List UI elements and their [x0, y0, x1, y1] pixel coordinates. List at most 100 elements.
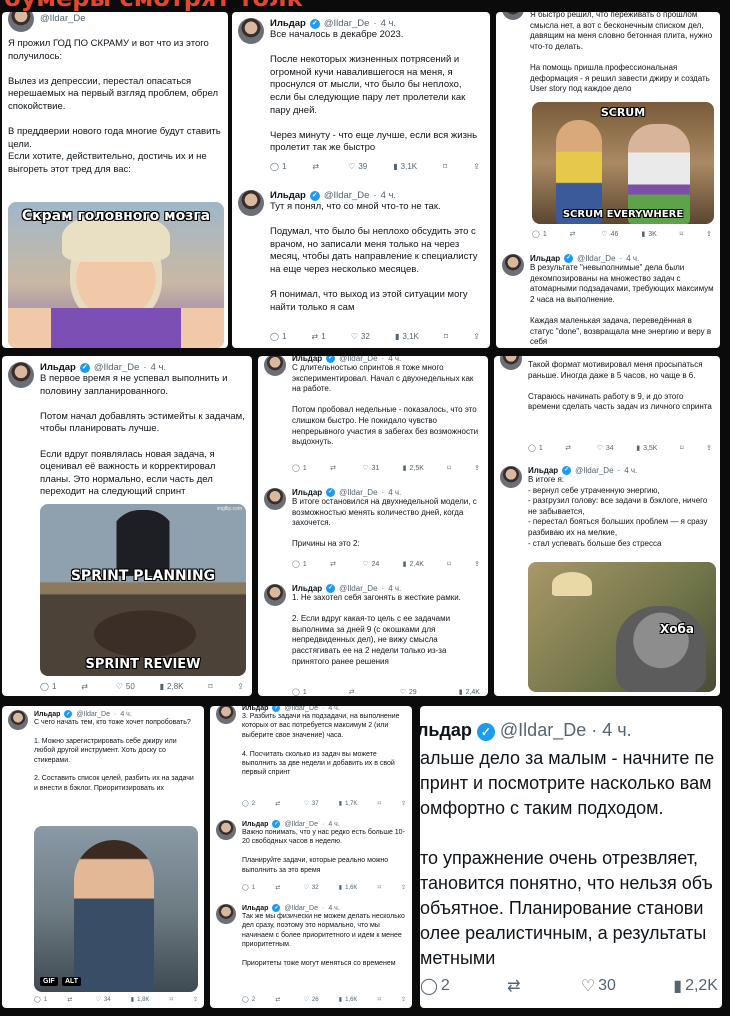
retweet-button[interactable]: ⇄ — [330, 464, 339, 472]
bookmark-button[interactable]: ⌑ — [208, 682, 212, 691]
views-button[interactable]: ▮ 1,6K — [339, 996, 358, 1004]
retweet-button[interactable]: ⇄ — [349, 688, 358, 696]
avatar[interactable] — [216, 706, 236, 724]
bookmark-button[interactable]: ⌑ — [378, 800, 381, 807]
reply-button[interactable]: ◯ 1 — [292, 560, 307, 569]
avatar[interactable] — [502, 12, 524, 20]
author-name[interactable]: Ильдар — [242, 706, 268, 712]
bookmark-button[interactable]: ⌑ — [170, 996, 173, 1003]
retweet-button[interactable]: ⇄ 1 — [312, 332, 326, 341]
tweet-time[interactable]: 4 ч. — [328, 905, 339, 912]
author-handle[interactable]: @Ildar_De — [339, 356, 377, 363]
like-button[interactable]: ♡ 34 — [96, 996, 111, 1004]
share-button[interactable]: ⇪ — [401, 800, 406, 807]
share-button[interactable]: ⇪ — [401, 996, 406, 1003]
share-button[interactable]: ⇪ — [706, 444, 712, 452]
retweet-button[interactable]: ⇄ — [507, 976, 523, 996]
share-button[interactable]: ⇪ — [237, 682, 244, 691]
reply-button[interactable]: ◯ 1 — [34, 996, 47, 1004]
author-name[interactable]: Ильдар — [292, 356, 322, 363]
views-button[interactable]: ▮ 2,4K — [403, 560, 424, 569]
like-button[interactable]: ♡ 37 — [304, 800, 319, 808]
tweet-time[interactable]: 4 ч. — [624, 466, 637, 475]
tweet-time[interactable]: 4 ч. — [388, 488, 401, 497]
tweet-time[interactable]: 4 ч. — [120, 711, 131, 718]
author-name[interactable]: Ильдар — [242, 905, 268, 912]
bookmark-button[interactable]: ⌑ — [443, 162, 447, 171]
views-button[interactable]: ▮ 3,5K — [636, 444, 657, 453]
author-name[interactable]: Ильдар — [270, 18, 306, 29]
reply-button[interactable]: ◯ 2 — [242, 996, 255, 1004]
author-handle[interactable]: @Ildar_De — [284, 821, 318, 828]
reply-button[interactable]: ◯ 1 — [532, 230, 547, 239]
retweet-button[interactable]: ⇄ — [570, 230, 579, 238]
author-handle[interactable]: @Ildar_De — [324, 190, 370, 201]
retweet-button[interactable]: ⇄ — [275, 884, 283, 891]
like-button[interactable]: ♡ 46 — [601, 230, 618, 239]
bookmark-button[interactable]: ⌑ — [447, 560, 451, 568]
author-handle[interactable]: @Ildar_De — [339, 584, 377, 593]
author-name[interactable]: Ильдар — [242, 821, 268, 828]
like-button[interactable]: ♡ 32 — [304, 884, 319, 892]
author-name[interactable]: Ильдар — [34, 711, 60, 718]
views-button[interactable]: ▮ 1,8K — [131, 996, 150, 1004]
author-name[interactable]: Ильдар — [528, 466, 558, 475]
avatar[interactable] — [8, 12, 34, 32]
like-button[interactable]: ♡ 32 — [351, 332, 370, 341]
author-handle[interactable]: @Ildar_De — [284, 905, 318, 912]
retweet-button[interactable]: ⇄ — [275, 800, 283, 807]
tweet-time[interactable]: 4 ч. — [328, 706, 339, 712]
retweet-button[interactable]: ⇄ — [565, 444, 574, 452]
author-handle[interactable]: @Ildar_De — [577, 254, 615, 263]
reply-button[interactable]: ◯ 1 — [292, 688, 307, 697]
author-handle[interactable]: @Ildar_De — [575, 466, 613, 475]
author-handle[interactable]: @Ildar_De — [500, 720, 586, 740]
bookmark-button[interactable]: ⌑ — [447, 464, 451, 472]
reply-button[interactable]: ◯ 1 — [270, 162, 286, 171]
bookmark-button[interactable]: ⌑ — [444, 332, 448, 341]
like-button[interactable]: ♡ 50 — [116, 682, 135, 691]
like-button[interactable]: ♡ 34 — [597, 444, 614, 453]
tweet-time[interactable]: 4 ч. — [381, 190, 397, 201]
share-button[interactable]: ⇪ — [474, 560, 480, 568]
author-name[interactable]: Ильдар — [530, 254, 560, 263]
retweet-button[interactable]: ⇄ — [67, 996, 75, 1003]
tweet-time[interactable]: 4 ч. — [151, 362, 167, 373]
avatar[interactable] — [264, 584, 286, 606]
meme-image[interactable]: SCRUM SCRUM EVERYWHERE — [532, 102, 714, 224]
views-button[interactable]: ▮ 3K — [641, 230, 656, 239]
reply-button[interactable]: ◯ 1 — [40, 682, 56, 691]
like-button[interactable]: ♡ 29 — [400, 688, 417, 697]
meme-image[interactable]: Хоба — [528, 562, 716, 692]
share-button[interactable]: ⇪ — [401, 884, 406, 891]
avatar[interactable] — [500, 466, 522, 488]
retweet-button[interactable]: ⇄ — [330, 560, 339, 568]
tweet-time[interactable]: 4 ч. — [388, 356, 401, 363]
bookmark-button[interactable]: ⌑ — [378, 996, 381, 1003]
author-handle[interactable]: @Ildar_De — [284, 706, 318, 712]
views-button[interactable]: ▮ 2,8K — [160, 682, 184, 691]
author-name[interactable]: Ильдар — [270, 190, 306, 201]
meme-image[interactable]: Скрам головного мозга — [8, 202, 224, 348]
author-handle[interactable]: @Ildar_De — [76, 711, 110, 718]
author-handle[interactable]: @Ildar_De — [339, 488, 377, 497]
views-button[interactable]: ▮ 3,1K — [395, 332, 419, 341]
reply-button[interactable]: ◯ 1 — [528, 444, 543, 453]
share-button[interactable]: ⇪ — [706, 230, 712, 238]
share-button[interactable]: ⇪ — [474, 464, 480, 472]
retweet-button[interactable]: ⇄ — [275, 996, 283, 1003]
like-button[interactable]: ♡ 39 — [348, 162, 367, 171]
avatar[interactable] — [500, 356, 522, 370]
reply-button[interactable]: ◯ 1 — [292, 464, 307, 473]
views-button[interactable]: ▮ 2,2K — [673, 976, 718, 996]
author-name[interactable]: Ильдар — [292, 488, 322, 497]
reply-button[interactable]: ◯ 1 — [242, 884, 255, 892]
avatar[interactable] — [216, 820, 236, 840]
avatar[interactable] — [502, 254, 524, 276]
avatar[interactable] — [264, 356, 286, 376]
avatar[interactable] — [8, 710, 28, 730]
tweet-time[interactable]: 4 ч. — [328, 821, 339, 828]
tweet-time[interactable]: 4 ч. — [388, 584, 401, 593]
like-button[interactable]: ♡ 26 — [304, 996, 319, 1004]
like-button[interactable]: ♡ 30 — [581, 976, 616, 996]
